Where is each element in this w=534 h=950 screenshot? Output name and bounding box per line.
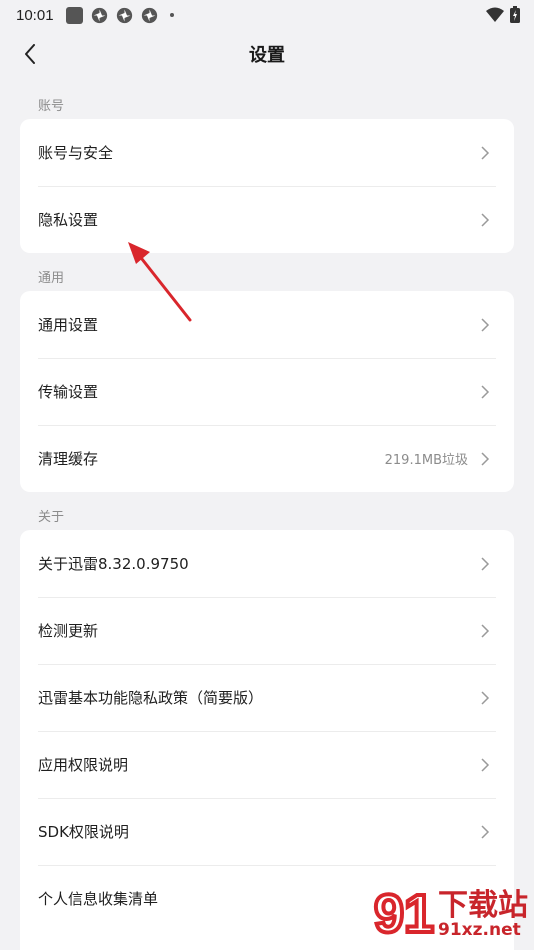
settings-item-label: 应用权限说明 (38, 756, 129, 774)
chevron-right-icon (481, 757, 490, 772)
settings-item-sdk-permissions[interactable]: SDK权限说明 (20, 798, 514, 865)
app-notification-icon (65, 6, 83, 24)
settings-item-label: 隐私设置 (38, 211, 99, 229)
settings-item-app-permissions[interactable]: 应用权限说明 (20, 731, 514, 798)
settings-item-label: 传输设置 (38, 383, 99, 401)
settings-item-privacy[interactable]: 隐私设置 (20, 186, 514, 253)
pinwheel-notification-icon (91, 7, 107, 23)
settings-item-label: SDK权限说明 (38, 823, 129, 841)
chevron-right-icon (481, 556, 490, 571)
settings-item-transfer[interactable]: 传输设置 (20, 358, 514, 425)
status-bar: 10:01 (0, 0, 534, 30)
settings-item-about[interactable]: 关于迅雷8.32.0.9750 (20, 530, 514, 597)
settings-item-clear-cache[interactable]: 清理缓存 219.1MB垃圾 (20, 425, 514, 492)
back-button[interactable] (14, 38, 46, 70)
watermark-logo-icon: 91 (372, 882, 436, 946)
status-notification-icons (65, 6, 174, 24)
pinwheel-notification-icon (141, 7, 157, 23)
back-arrow-icon (25, 44, 35, 64)
general-card: 通用设置 传输设置 清理缓存 219.1MB垃圾 (20, 291, 514, 492)
watermark-brand: 下载站 (438, 888, 528, 923)
watermark: 91 下载站 91xz.net (372, 882, 528, 948)
status-right (486, 6, 520, 23)
watermark-logo-mark: 91 (374, 884, 434, 944)
chevron-right-icon (481, 690, 490, 705)
chevron-right-icon (481, 317, 490, 332)
chevron-right-icon (481, 212, 490, 227)
settings-item-label: 关于迅雷8.32.0.9750 (38, 555, 189, 573)
watermark-domain: 91xz.net (438, 920, 521, 940)
settings-item-account-security[interactable]: 账号与安全 (20, 119, 514, 186)
account-card: 账号与安全 隐私设置 (20, 119, 514, 253)
section-label-general: 通用 (38, 271, 65, 286)
settings-item-label: 账号与安全 (38, 144, 114, 162)
cache-size-value: 219.1MB垃圾 (384, 453, 468, 468)
more-notifications-dot-icon (169, 13, 174, 17)
chevron-right-icon (481, 451, 490, 466)
chevron-right-icon (481, 824, 490, 839)
settings-item-privacy-policy[interactable]: 迅雷基本功能隐私政策（简要版） (20, 664, 514, 731)
section-label-account: 账号 (38, 99, 65, 114)
status-time: 10:01 (16, 6, 54, 24)
settings-item-label: 迅雷基本功能隐私政策（简要版） (38, 689, 264, 707)
chevron-right-icon (481, 623, 490, 638)
chevron-right-icon (481, 145, 490, 160)
header: 设置 (0, 30, 534, 78)
pinwheel-notification-icon (116, 7, 132, 23)
section-label-about: 关于 (38, 510, 65, 525)
chevron-right-icon (481, 384, 490, 399)
settings-item-label: 检测更新 (38, 622, 99, 640)
settings-item-check-update[interactable]: 检测更新 (20, 597, 514, 664)
settings-item-label: 通用设置 (38, 316, 99, 334)
settings-item-label: 清理缓存 (38, 450, 99, 468)
annotation-arrow-icon (128, 242, 192, 322)
page-title: 设置 (249, 45, 285, 66)
battery-icon (510, 6, 520, 23)
wifi-icon (486, 7, 504, 22)
settings-item-general[interactable]: 通用设置 (20, 291, 514, 358)
